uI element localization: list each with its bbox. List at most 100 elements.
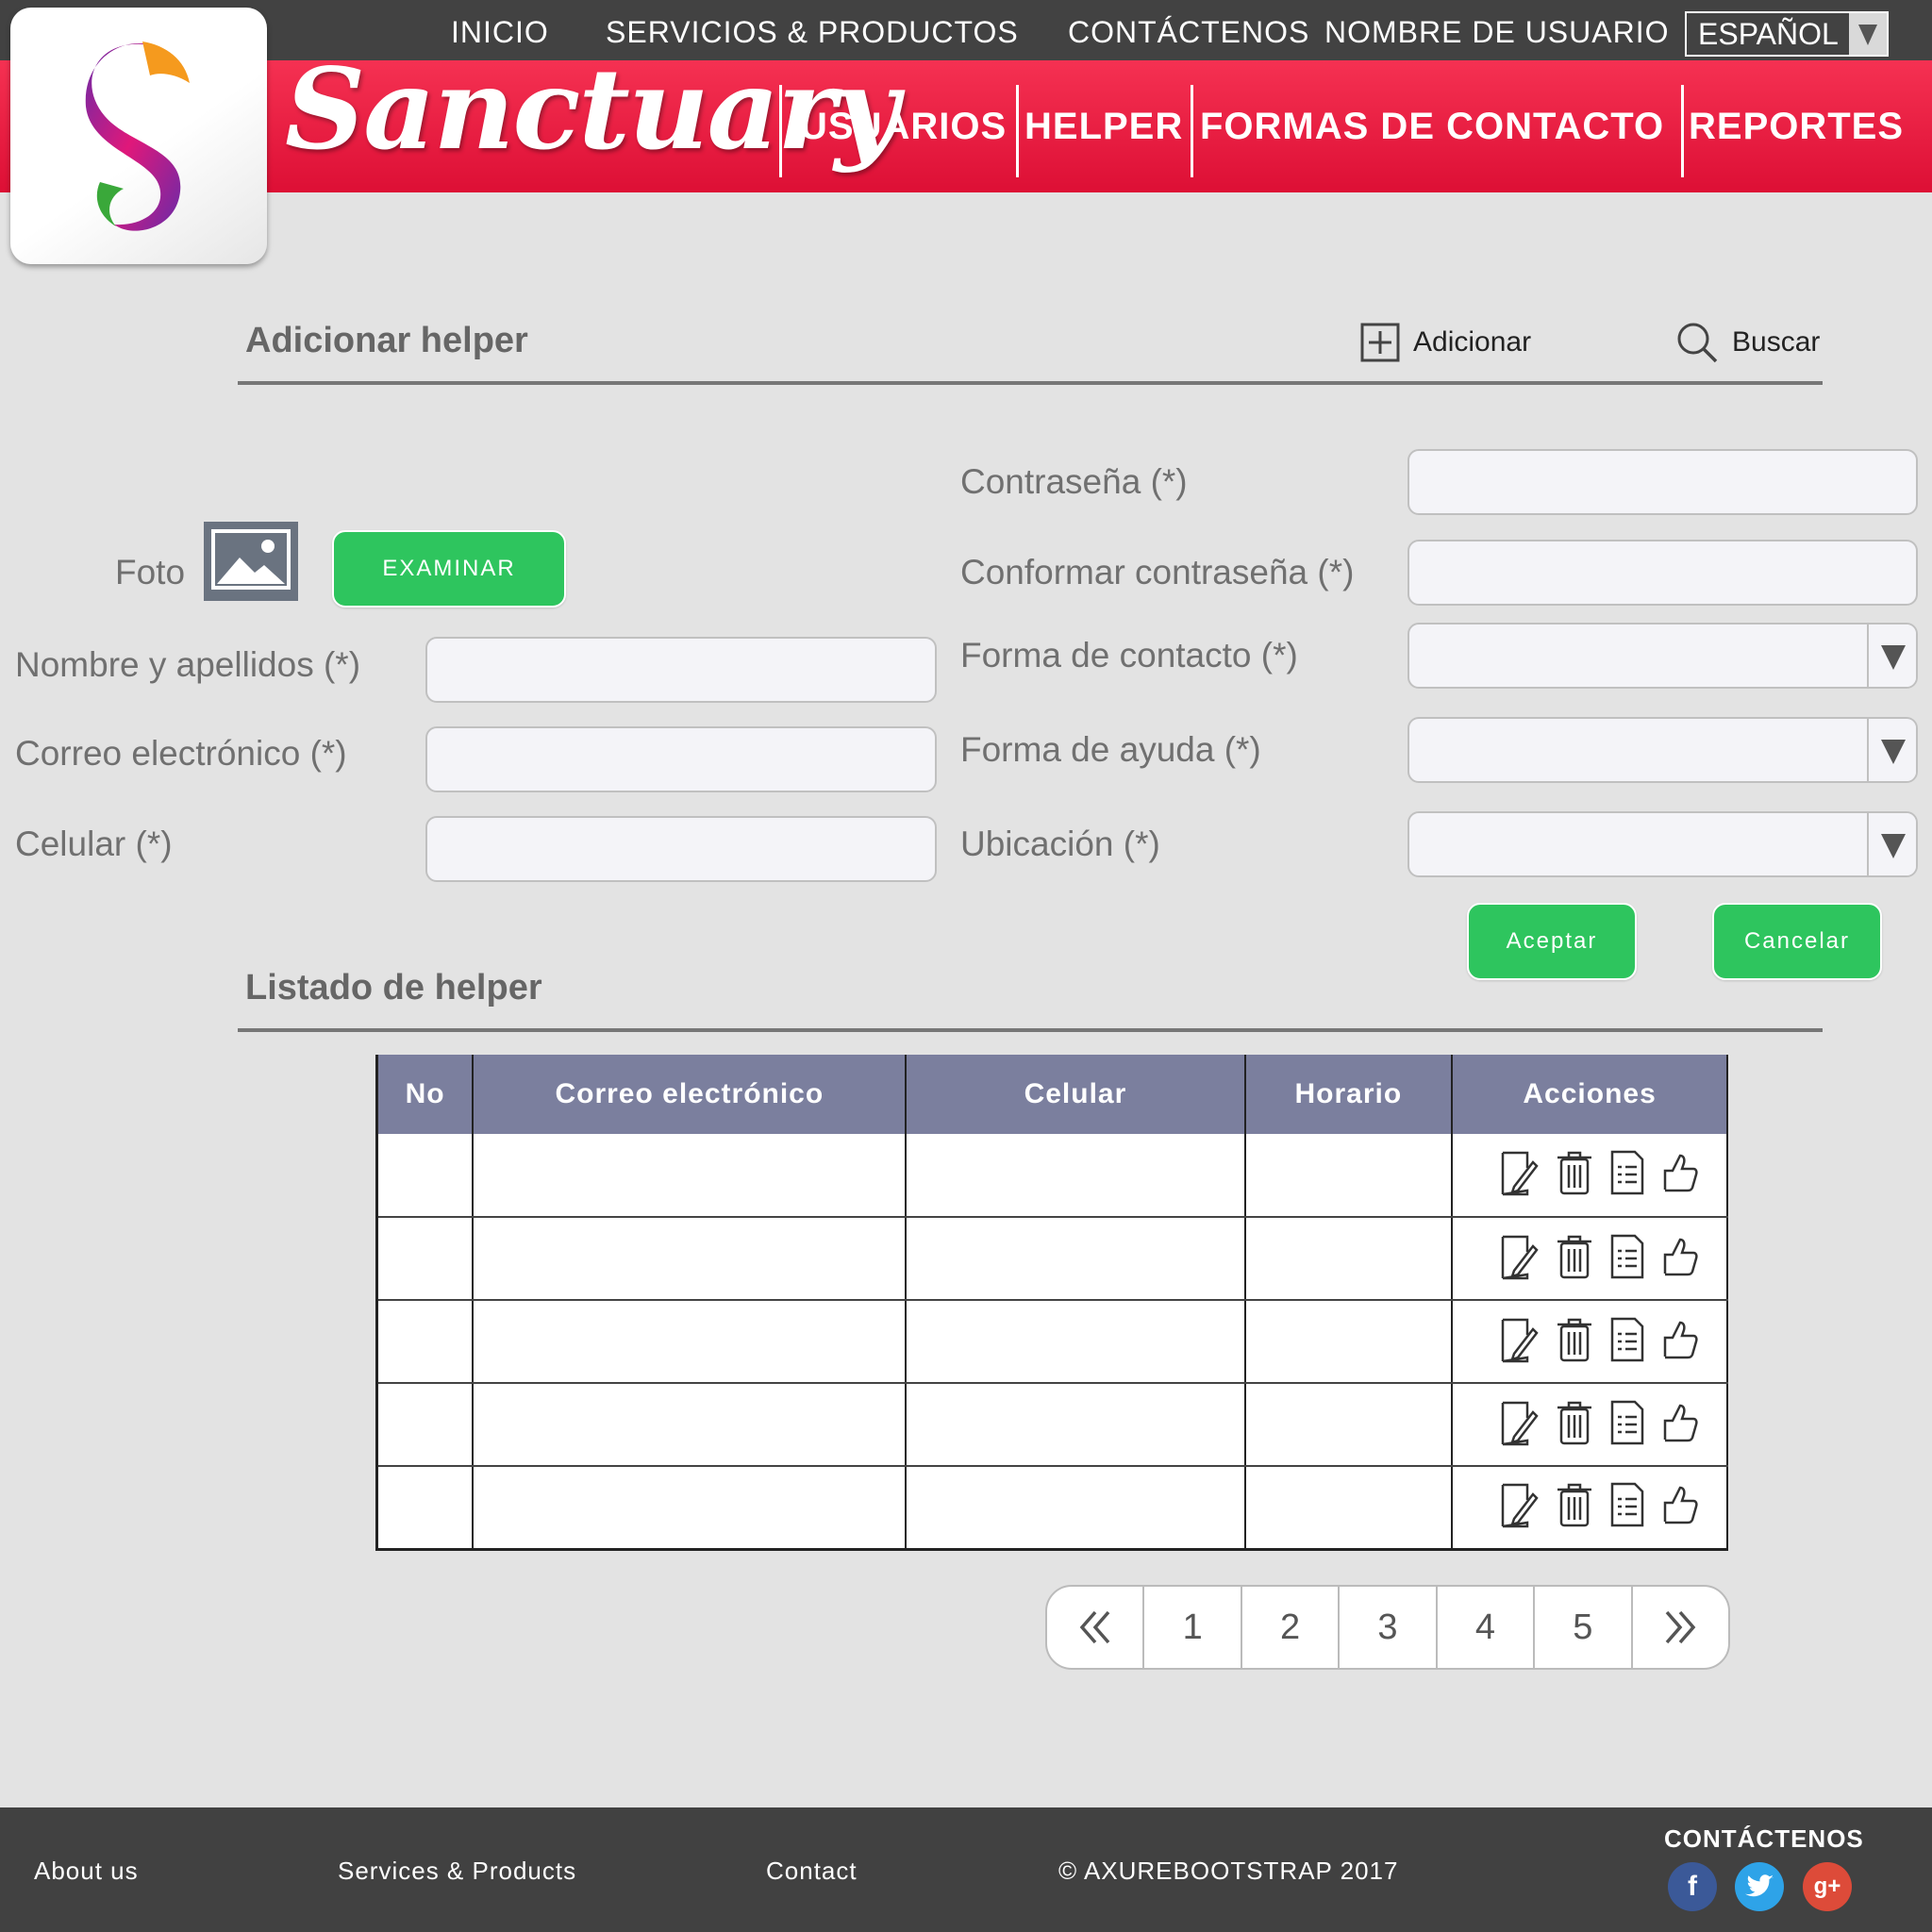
- logo[interactable]: [10, 8, 267, 264]
- chevron-down-icon: [1867, 625, 1916, 687]
- cell-schedule: [1244, 1383, 1454, 1467]
- cell-schedule: [1244, 1300, 1454, 1384]
- photo-label: Foto: [115, 553, 186, 591]
- page-3-button[interactable]: 3: [1340, 1587, 1438, 1668]
- nav-divider: [1191, 85, 1193, 177]
- confirm-password-field[interactable]: [1407, 540, 1918, 606]
- like-icon[interactable]: [1661, 1402, 1699, 1448]
- nav-divider: [779, 85, 782, 177]
- nav-formas-de-contacto[interactable]: FORMAS DE CONTACTO: [1200, 106, 1664, 148]
- twitter-icon[interactable]: [1735, 1862, 1784, 1911]
- edit-icon[interactable]: [1499, 1149, 1541, 1201]
- page-1-button[interactable]: 1: [1144, 1587, 1242, 1668]
- search-button[interactable]: Buscar: [1675, 321, 1820, 364]
- top-nav-username[interactable]: NOMBRE DE USUARIO: [1324, 15, 1669, 50]
- browse-button[interactable]: EXAMINAR: [332, 530, 566, 608]
- google-plus-icon[interactable]: g+: [1803, 1862, 1852, 1911]
- phone-field[interactable]: [425, 816, 937, 882]
- accept-button[interactable]: Aceptar: [1467, 903, 1637, 980]
- nav-helper[interactable]: HELPER: [1024, 106, 1183, 148]
- details-icon[interactable]: [1608, 1150, 1646, 1200]
- search-label: Buscar: [1732, 326, 1821, 358]
- cell-schedule: [1244, 1217, 1454, 1301]
- cell-phone: [906, 1300, 1246, 1384]
- page-4-button[interactable]: 4: [1438, 1587, 1536, 1668]
- first-page-button[interactable]: [1047, 1587, 1145, 1668]
- delete-icon[interactable]: [1556, 1400, 1593, 1450]
- cancel-button[interactable]: Cancelar: [1712, 903, 1882, 980]
- nav-reportes[interactable]: REPORTES: [1689, 106, 1904, 148]
- delete-icon[interactable]: [1556, 1482, 1593, 1532]
- column-header-phone[interactable]: Celular: [906, 1055, 1246, 1134]
- details-icon[interactable]: [1608, 1317, 1646, 1367]
- photo-placeholder-icon: [204, 522, 298, 601]
- help-method-label: Forma de ayuda (*): [960, 730, 1261, 769]
- row-actions: [1453, 1399, 1726, 1451]
- column-header-no[interactable]: No: [375, 1055, 475, 1134]
- page-5-button[interactable]: 5: [1535, 1587, 1633, 1668]
- page-2-button[interactable]: 2: [1242, 1587, 1341, 1668]
- edit-icon[interactable]: [1499, 1399, 1541, 1451]
- cell-email: [473, 1466, 908, 1551]
- language-select[interactable]: ESPAÑOL: [1685, 11, 1889, 57]
- delete-icon[interactable]: [1556, 1317, 1593, 1367]
- row-actions: [1453, 1149, 1726, 1201]
- delete-icon[interactable]: [1556, 1150, 1593, 1200]
- location-select[interactable]: [1407, 811, 1918, 877]
- add-button[interactable]: Adicionar: [1360, 321, 1531, 364]
- like-icon[interactable]: [1661, 1319, 1699, 1365]
- edit-icon[interactable]: [1499, 1481, 1541, 1533]
- nav-divider: [1681, 85, 1684, 177]
- like-icon[interactable]: [1661, 1484, 1699, 1530]
- chevron-down-icon: [1849, 13, 1887, 55]
- cell-no: [375, 1217, 475, 1301]
- name-label: Nombre y apellidos (*): [15, 645, 361, 684]
- details-icon[interactable]: [1608, 1400, 1646, 1450]
- double-chevron-right-icon: [1665, 1610, 1696, 1644]
- edit-icon[interactable]: [1499, 1316, 1541, 1368]
- contact-method-label: Forma de contacto (*): [960, 636, 1298, 675]
- cell-phone: [906, 1383, 1246, 1467]
- like-icon[interactable]: [1661, 1152, 1699, 1198]
- footer-about-link[interactable]: About us: [34, 1857, 139, 1886]
- pagination: 1 2 3 4 5: [1045, 1585, 1730, 1670]
- top-nav-contactenos[interactable]: CONTÁCTENOS: [1068, 15, 1309, 50]
- nav-divider: [1016, 85, 1019, 177]
- table-row: [375, 1217, 1728, 1301]
- email-field[interactable]: [425, 726, 937, 792]
- like-icon[interactable]: [1661, 1236, 1699, 1282]
- cell-phone: [906, 1134, 1246, 1218]
- contact-method-select[interactable]: [1407, 623, 1918, 689]
- column-header-actions: Acciones: [1452, 1055, 1728, 1134]
- cell-schedule: [1244, 1466, 1454, 1551]
- confirm-password-label: Conformar contraseña (*): [960, 553, 1355, 591]
- list-section-title: Listado de helper: [245, 968, 542, 1008]
- details-icon[interactable]: [1608, 1234, 1646, 1284]
- last-page-button[interactable]: [1633, 1587, 1728, 1668]
- edit-icon[interactable]: [1499, 1233, 1541, 1285]
- row-actions: [1453, 1233, 1726, 1285]
- nav-usuarios[interactable]: USUARIOS: [800, 106, 1007, 148]
- phone-label: Celular (*): [15, 824, 173, 863]
- add-label: Adicionar: [1413, 326, 1532, 358]
- password-label: Contraseña (*): [960, 462, 1188, 501]
- table-header-row: No Correo electrónico Celular Horario Ac…: [375, 1055, 1728, 1134]
- help-method-select[interactable]: [1407, 717, 1918, 783]
- column-header-schedule[interactable]: Horario: [1244, 1055, 1454, 1134]
- section-divider: [238, 1028, 1823, 1032]
- delete-icon[interactable]: [1556, 1234, 1593, 1284]
- facebook-icon[interactable]: f: [1668, 1862, 1717, 1911]
- footer-services-link[interactable]: Services & Products: [338, 1857, 576, 1886]
- location-label: Ubicación (*): [960, 824, 1160, 863]
- plus-box-icon: [1360, 323, 1400, 362]
- details-icon[interactable]: [1608, 1482, 1646, 1532]
- copyright: © AXUREBOOTSTRAP 2017: [1058, 1857, 1399, 1885]
- cell-schedule: [1244, 1134, 1454, 1218]
- cell-phone: [906, 1217, 1246, 1301]
- column-header-email[interactable]: Correo electrónico: [473, 1055, 908, 1134]
- password-field[interactable]: [1407, 449, 1918, 515]
- cell-no: [375, 1383, 475, 1467]
- name-field[interactable]: [425, 637, 937, 703]
- footer-contact-link[interactable]: Contact: [766, 1857, 858, 1886]
- cell-actions: [1452, 1383, 1728, 1467]
